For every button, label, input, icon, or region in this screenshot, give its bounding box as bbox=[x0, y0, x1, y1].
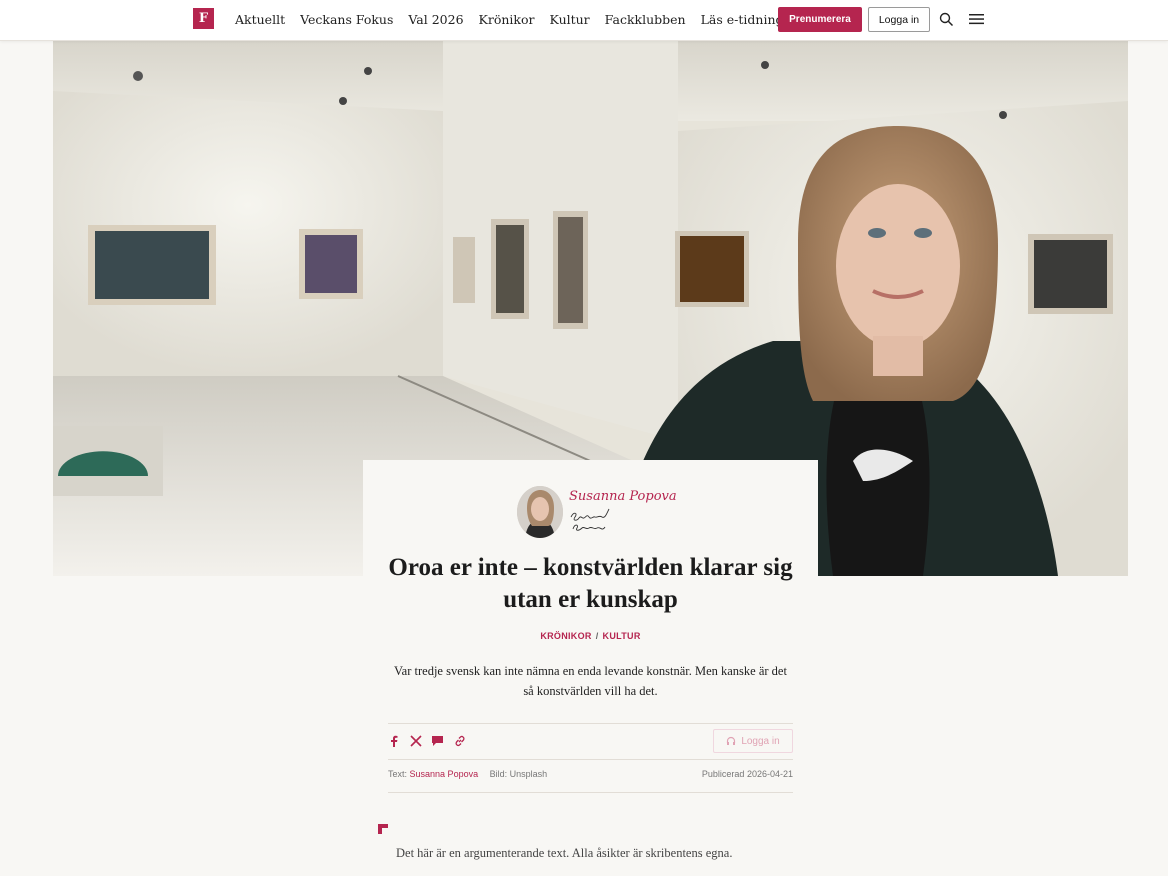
link-icon[interactable] bbox=[453, 734, 466, 747]
meta-author-link[interactable]: Susanna Popova bbox=[410, 769, 479, 779]
divider bbox=[388, 723, 793, 724]
nav-item-aktuellt[interactable]: Aktuellt bbox=[235, 12, 285, 27]
nav-item-kronikor[interactable]: Krönikor bbox=[479, 12, 535, 27]
published-info: Publicerad 2026-04-21 bbox=[702, 769, 793, 779]
site-logo[interactable]: F bbox=[193, 8, 214, 29]
x-icon[interactable] bbox=[409, 734, 422, 747]
nav-item-veckans-fokus[interactable]: Veckans Fokus bbox=[300, 12, 393, 27]
author-name[interactable]: Susanna Popova bbox=[569, 489, 677, 504]
menu-icon[interactable] bbox=[969, 13, 984, 25]
opinion-disclaimer: Det här är en argumenterande text. Alla … bbox=[396, 846, 733, 860]
nav-item-fackklubben[interactable]: Fackklubben bbox=[605, 12, 686, 27]
nav-item-val-2026[interactable]: Val 2026 bbox=[408, 12, 463, 27]
article-headline: Oroa er inte – konstvärlden klarar sig u… bbox=[388, 554, 793, 613]
image-label: Bild: bbox=[489, 769, 508, 779]
listen-label: Logga in bbox=[741, 735, 780, 747]
divider bbox=[388, 759, 793, 760]
published-label: Publicerad bbox=[701, 769, 745, 779]
nav-item-kultur[interactable]: Kultur bbox=[550, 12, 590, 27]
main-nav: Aktuellt Veckans Fokus Val 2026 Krönikor… bbox=[235, 12, 799, 27]
tag-kronikor[interactable]: KRÖNIKOR bbox=[540, 631, 591, 641]
article-meta: Text: Susanna Popova Bild: Unsplash Publ… bbox=[388, 769, 793, 779]
author-signature bbox=[570, 508, 610, 531]
text-label: Text: bbox=[388, 769, 408, 779]
tag-kultur[interactable]: KULTUR bbox=[603, 631, 641, 641]
share-bar bbox=[387, 734, 466, 747]
article-tags: KRÖNIKOR / KULTUR bbox=[363, 631, 818, 641]
article-lead: Var tredje svensk kan inte nämna en enda… bbox=[394, 664, 787, 698]
headphones-icon bbox=[727, 736, 736, 745]
comment-icon[interactable] bbox=[431, 734, 444, 747]
site-header: F Aktuellt Veckans Fokus Val 2026 Krönik… bbox=[0, 0, 1168, 41]
subscribe-button[interactable]: Prenumerera bbox=[778, 7, 862, 32]
tag-separator: / bbox=[595, 631, 599, 641]
image-source: Unsplash bbox=[509, 769, 548, 779]
fokus-mark-icon bbox=[378, 824, 388, 834]
author-avatar[interactable] bbox=[517, 486, 563, 538]
login-button[interactable]: Logga in bbox=[868, 7, 930, 32]
facebook-icon[interactable] bbox=[387, 734, 400, 747]
divider bbox=[388, 792, 793, 793]
published-date: 2026-04-21 bbox=[746, 769, 793, 779]
search-icon[interactable] bbox=[939, 12, 954, 27]
listen-login-button[interactable]: Logga in bbox=[713, 729, 793, 753]
